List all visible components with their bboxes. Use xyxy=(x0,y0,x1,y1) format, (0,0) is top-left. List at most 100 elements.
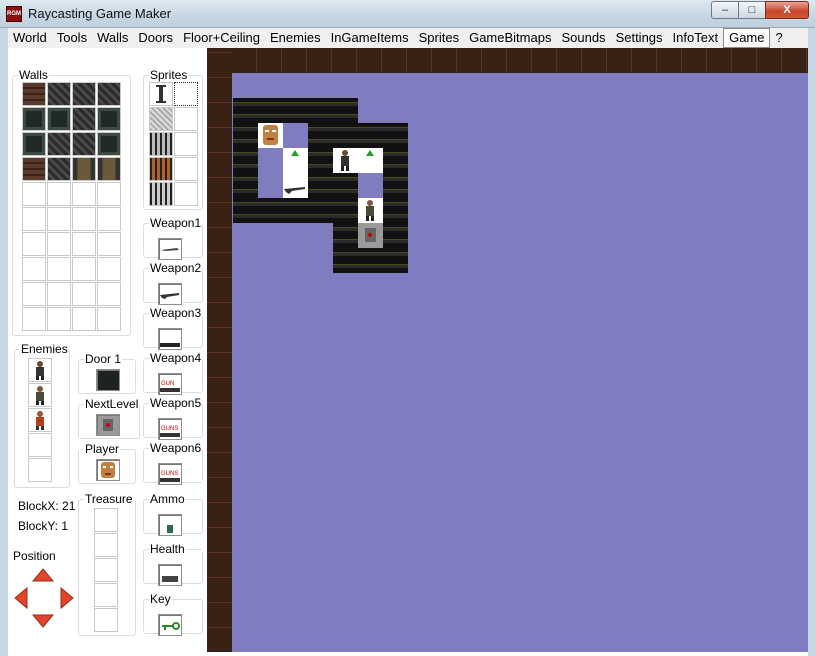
map-floor-lamp[interactable] xyxy=(358,148,383,173)
wall-cell[interactable] xyxy=(47,132,71,156)
menu-sounds[interactable]: Sounds xyxy=(556,29,610,47)
map-floor-lamp[interactable] xyxy=(283,148,308,173)
wall-cell[interactable] xyxy=(47,257,71,281)
weapon3-slot[interactable] xyxy=(158,328,182,350)
menu-settings[interactable]: Settings xyxy=(611,29,668,47)
wall-cell[interactable] xyxy=(72,232,96,256)
wall-cell[interactable] xyxy=(22,107,46,131)
arrow-right-icon[interactable] xyxy=(60,586,74,610)
treasure-cell[interactable] xyxy=(94,558,118,582)
map-wall[interactable] xyxy=(383,173,408,198)
map-wall-row[interactable] xyxy=(233,198,358,223)
map-floor-guard[interactable] xyxy=(333,148,358,173)
wall-cell[interactable] xyxy=(97,132,121,156)
nextlevel-slot[interactable] xyxy=(96,414,120,436)
wall-cell[interactable] xyxy=(97,282,121,306)
sprite-cell-selected[interactable] xyxy=(174,82,198,106)
menu-sprites[interactable]: Sprites xyxy=(414,29,464,47)
sprite-cell-cage[interactable] xyxy=(149,132,173,156)
enemy-cell[interactable] xyxy=(28,458,52,482)
map-wall[interactable] xyxy=(308,148,333,173)
menu-ingameitems[interactable]: InGameItems xyxy=(326,29,414,47)
map-floor[interactable] xyxy=(283,123,308,148)
wall-cell[interactable] xyxy=(97,232,121,256)
door1-slot[interactable] xyxy=(96,369,120,391)
weapon1-slot[interactable] xyxy=(158,238,182,260)
enemy-cell[interactable] xyxy=(28,433,52,457)
map-wall[interactable] xyxy=(233,173,258,198)
menu-doors[interactable]: Doors xyxy=(133,29,178,47)
wall-cell[interactable] xyxy=(97,107,121,131)
wall-cell[interactable] xyxy=(97,82,121,106)
close-button[interactable]: X xyxy=(765,1,809,19)
map-floor-weapon[interactable] xyxy=(283,173,308,198)
map-wall[interactable] xyxy=(233,148,258,173)
map-floor[interactable] xyxy=(258,173,283,198)
enemy-soldier-cell[interactable] xyxy=(28,383,52,407)
wall-cell[interactable] xyxy=(22,257,46,281)
sprite-cell-cage[interactable] xyxy=(149,182,173,206)
map-wall[interactable] xyxy=(233,123,258,148)
wall-cell[interactable] xyxy=(22,207,46,231)
wall-cell[interactable] xyxy=(47,307,71,331)
wall-cell[interactable] xyxy=(47,182,71,206)
menu-walls[interactable]: Walls xyxy=(92,29,133,47)
enemy-officer-cell[interactable] xyxy=(28,408,52,432)
key-slot[interactable] xyxy=(158,614,182,636)
weapon5-slot[interactable]: GUNS xyxy=(158,418,182,440)
wall-cell[interactable] xyxy=(72,207,96,231)
health-slot[interactable] xyxy=(158,564,182,586)
treasure-cell[interactable] xyxy=(94,583,118,607)
map-floor[interactable] xyxy=(258,148,283,173)
weapon2-slot[interactable] xyxy=(158,283,182,305)
enemy-guard-cell[interactable] xyxy=(28,358,52,382)
menu-infotext[interactable]: InfoText xyxy=(668,29,724,47)
menu-gamebitmaps[interactable]: GameBitmaps xyxy=(464,29,556,47)
wall-cell[interactable] xyxy=(22,232,46,256)
sprite-cell[interactable] xyxy=(174,107,198,131)
map-viewport[interactable] xyxy=(207,48,808,652)
map-floor[interactable] xyxy=(358,173,383,198)
menu-floor-ceiling[interactable]: Floor+Ceiling xyxy=(178,29,265,47)
map-nextlevel-switch[interactable] xyxy=(358,223,383,248)
wall-cell[interactable] xyxy=(72,132,96,156)
wall-cell[interactable] xyxy=(72,107,96,131)
weapon4-slot[interactable]: GUN xyxy=(158,373,182,395)
maximize-button[interactable]: □ xyxy=(738,1,765,19)
menu-enemies[interactable]: Enemies xyxy=(265,29,326,47)
map-floor-soldier[interactable] xyxy=(358,198,383,223)
sprite-cell[interactable] xyxy=(174,157,198,181)
treasure-cell[interactable] xyxy=(94,608,118,632)
wall-cell[interactable] xyxy=(47,207,71,231)
map-wall[interactable] xyxy=(383,148,408,173)
wall-cell[interactable] xyxy=(22,82,46,106)
sprite-cell[interactable] xyxy=(174,132,198,156)
wall-cell[interactable] xyxy=(72,257,96,281)
wall-cell[interactable] xyxy=(47,82,71,106)
arrow-left-icon[interactable] xyxy=(14,586,28,610)
player-slot[interactable] xyxy=(96,459,120,481)
wall-cell[interactable] xyxy=(22,182,46,206)
treasure-cell[interactable] xyxy=(94,533,118,557)
menu-world[interactable]: World xyxy=(8,29,52,47)
arrow-down-icon[interactable] xyxy=(31,614,55,628)
sprite-cell-grate[interactable] xyxy=(149,107,173,131)
map-wall-row[interactable] xyxy=(333,248,408,273)
wall-cell[interactable] xyxy=(72,282,96,306)
sprite-cell-column[interactable] xyxy=(149,82,173,106)
wall-cell[interactable] xyxy=(97,157,121,181)
map-wall-row[interactable] xyxy=(308,173,358,198)
arrow-up-icon[interactable] xyxy=(31,568,55,582)
wall-cell[interactable] xyxy=(97,182,121,206)
menu-game[interactable]: Game xyxy=(723,28,771,48)
wall-cell[interactable] xyxy=(72,182,96,206)
treasure-cell[interactable] xyxy=(94,508,118,532)
wall-cell[interactable] xyxy=(47,157,71,181)
map-wall-row[interactable] xyxy=(233,98,358,123)
wall-cell[interactable] xyxy=(97,307,121,331)
sprite-cell-cage-prisoner[interactable] xyxy=(149,157,173,181)
wall-cell[interactable] xyxy=(22,307,46,331)
map-floor-player[interactable] xyxy=(258,123,283,148)
map-wall-row[interactable] xyxy=(308,123,408,148)
sprite-cell[interactable] xyxy=(174,182,198,206)
